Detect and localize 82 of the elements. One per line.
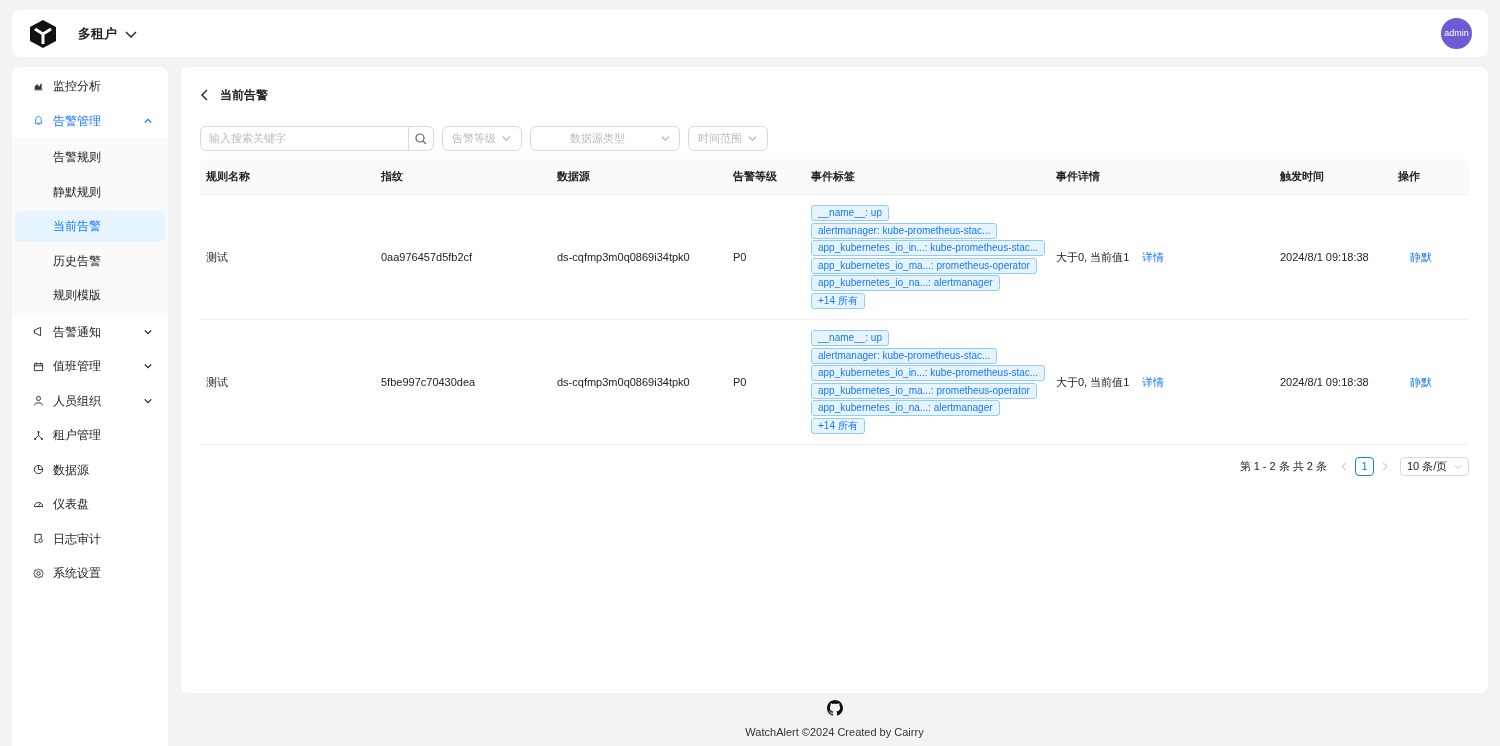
silence-link[interactable]: 静默 [1410, 375, 1432, 388]
chevron-down-icon [748, 134, 757, 143]
label-tag: app_kubernetes_io_ma...: prometheus-operator [811, 382, 1037, 399]
column-header: 触发时间 [1279, 169, 1325, 185]
sidebar-item[interactable]: 数据源 [12, 452, 168, 487]
column-header: 操作 [1397, 169, 1421, 185]
label-tag: app_kubernetes_io_ma...: prometheus-operator [811, 257, 1037, 274]
datasource-id: ds-cqfmp3m0q0869i34tpk0 [557, 250, 690, 263]
tenant-dropdown[interactable]: 多租户 [78, 23, 137, 44]
column-header: 事件详情 [1055, 169, 1101, 185]
event-detail: 大于0, 当前值1 [1056, 249, 1130, 265]
details-link[interactable]: 详情 [1142, 248, 1165, 266]
github-icon[interactable] [826, 700, 843, 716]
column-header: 规则名称 [205, 169, 251, 185]
sidebar-item[interactable]: 租户管理 [12, 418, 168, 453]
trigger-time: 2024/8/1 09:18:38 [1280, 375, 1369, 388]
label-tag: app_kubernetes_io_na...: alertmanager [811, 275, 1000, 292]
label-tag: __name__: up [811, 205, 889, 222]
label-tag: alertmanager: kube-prometheus-stac... [811, 347, 998, 364]
fingerprint: 0aa976457d5fb2cf [381, 250, 473, 263]
page-size-select[interactable]: 10 条/页 [1400, 457, 1469, 476]
sidebar-item[interactable]: 仪表盘 [12, 487, 168, 522]
sidebar-item[interactable]: 值班管理 [12, 349, 168, 384]
column-header: 数据源 [556, 169, 591, 185]
submenu-item[interactable]: 历史告警 [15, 245, 165, 276]
label-tag: __name__: up [811, 330, 889, 347]
pie-chart-icon [33, 464, 44, 476]
page-number[interactable]: 1 [1355, 457, 1374, 476]
chevron-down-icon [144, 362, 152, 371]
label-tag: +14 所有 [811, 417, 865, 434]
submenu-item[interactable]: 静默规则 [15, 176, 165, 207]
chevron-down-icon [502, 134, 511, 143]
trigger-time: 2024/8/1 09:18:38 [1280, 250, 1369, 263]
label-tag: +14 所有 [811, 292, 865, 309]
fingerprint: 5fbe997c70430dea [381, 375, 476, 388]
search-field[interactable]: 输入搜索关键字 [200, 126, 409, 151]
silence-link[interactable]: 静默 [1410, 250, 1432, 263]
footer-text: WatchAlert ©2024 Created by Cairry [745, 725, 924, 740]
label-tag: app_kubernetes_io_na...: alertmanager [811, 400, 1000, 417]
label-tag: app_kubernetes_io_in...: kube-prometheus-stac... [811, 240, 1046, 257]
user-avatar[interactable]: admin [1441, 18, 1472, 49]
sidebar-item[interactable]: 监控分析 [12, 69, 168, 104]
details-link[interactable]: 详情 [1142, 373, 1165, 391]
page-title: 当前告警 [220, 87, 268, 104]
sidebar-item[interactable]: 人员组织 [12, 383, 168, 418]
pagination-summary: 第 1 - 2 条 共 2 条 [1239, 459, 1327, 475]
column-header: 事件标签 [810, 169, 856, 185]
rule-name: 测试 [206, 375, 228, 388]
chevron-down-icon [1454, 462, 1462, 471]
person-icon [33, 395, 44, 407]
label-tag: alertmanager: kube-prometheus-stac... [811, 222, 998, 239]
network-icon [33, 429, 44, 441]
settings-icon [33, 567, 44, 579]
bell-icon [33, 115, 44, 127]
cube-logo-icon [28, 18, 58, 49]
sidebar-item[interactable]: 告警通知 [12, 314, 168, 349]
column-header: 告警等级 [732, 169, 778, 185]
previous-page-icon[interactable] [1341, 462, 1347, 471]
document-icon [33, 533, 44, 545]
sidebar-item[interactable]: 系统设置 [12, 556, 168, 591]
calendar-icon [33, 360, 44, 372]
chevron-down-icon [144, 327, 152, 336]
rule-name: 测试 [206, 250, 228, 263]
severity-level: P0 [733, 375, 747, 388]
chevron-up-icon [144, 116, 152, 125]
label-tag: app_kubernetes_io_in...: kube-prometheus-stac... [811, 365, 1046, 382]
submenu-item[interactable]: 当前告警 [15, 211, 165, 242]
severity-level: P0 [733, 250, 747, 263]
sidebar-item[interactable]: 告警管理 [12, 103, 168, 138]
next-page-icon[interactable] [1382, 462, 1388, 471]
search-button[interactable] [409, 126, 434, 151]
chevron-down-icon [661, 134, 670, 143]
datasource-id: ds-cqfmp3m0q0869i34tpk0 [557, 375, 690, 388]
submenu-item[interactable]: 规则模版 [15, 280, 165, 311]
search-icon [415, 132, 427, 145]
event-detail: 大于0, 当前值1 [1056, 374, 1130, 390]
submenu-item[interactable]: 告警规则 [15, 142, 165, 173]
column-header: 指纹 [380, 169, 404, 185]
megaphone-icon [33, 326, 44, 338]
chart-icon [33, 80, 44, 92]
sidebar-item[interactable]: 日志审计 [12, 521, 168, 556]
chevron-down-icon [144, 396, 152, 405]
